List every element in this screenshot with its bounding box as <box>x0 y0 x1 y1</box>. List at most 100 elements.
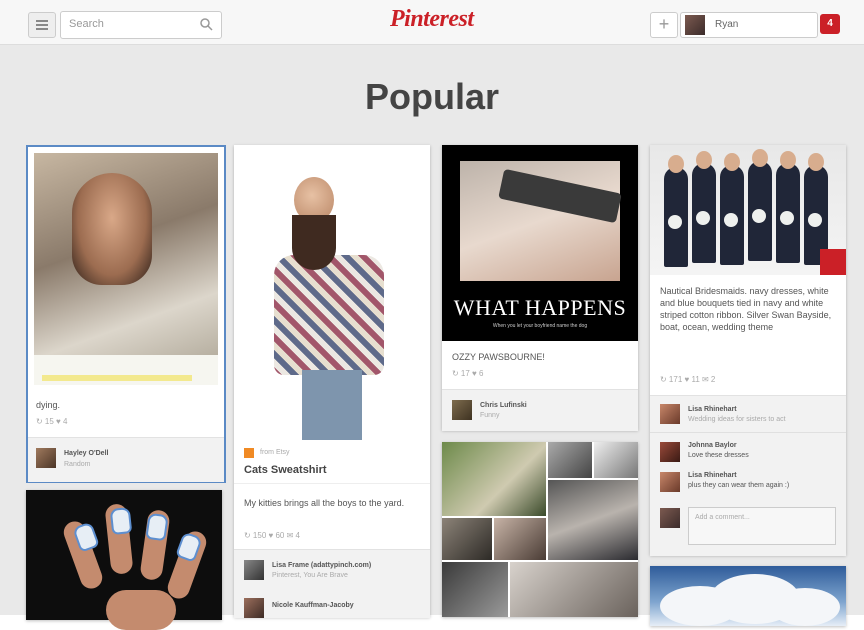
pin-description: OZZY PAWSBOURNE! <box>452 352 545 362</box>
comment-text: Love these dresses <box>688 452 749 459</box>
pinterest-logo[interactable]: Pinterest <box>390 6 474 33</box>
person-beard <box>292 215 336 270</box>
avatar[interactable] <box>660 404 680 424</box>
pin-image[interactable] <box>234 145 430 440</box>
collage-photo <box>548 442 592 478</box>
collage-photo <box>548 480 638 560</box>
board-name[interactable]: Wedding ideas for sisters to act <box>688 416 786 423</box>
painted-nail <box>109 507 133 535</box>
search-placeholder: Search <box>69 18 104 30</box>
bouquet <box>808 213 822 227</box>
avatar[interactable] <box>452 400 472 420</box>
menu-button[interactable] <box>28 12 56 38</box>
pinner-name[interactable]: Nicole Kauffman-Jacoby <box>272 602 354 609</box>
pin-card[interactable] <box>26 490 222 630</box>
menu-icon-line <box>36 24 48 26</box>
cloud <box>770 588 840 626</box>
user-name: Ryan <box>715 19 739 30</box>
board-name[interactable]: Random <box>64 461 90 468</box>
menu-icon-line <box>36 20 48 22</box>
plus-icon: + <box>658 14 670 34</box>
portrait-photo <box>72 173 152 285</box>
avatar <box>685 15 705 35</box>
avatar[interactable] <box>244 560 264 580</box>
pinner-name[interactable]: Lisa Frame (adattypinch.com) <box>272 562 371 569</box>
bridesmaid-head <box>668 155 684 173</box>
bouquet <box>668 215 682 229</box>
dog-tag <box>498 168 622 224</box>
comment-placeholder: Add a comment... <box>695 514 750 521</box>
pin-stats: ↻ 15 ♥ 4 <box>36 417 68 426</box>
bouquet <box>696 211 710 225</box>
dog-tag-photo <box>460 161 622 281</box>
menu-icon-line <box>36 28 48 30</box>
poster-title: WHAT HAPPENS <box>453 295 627 320</box>
sweatshirt-photo <box>274 255 384 375</box>
pinner-name[interactable]: Chris Lufinski <box>480 402 527 409</box>
palm <box>106 590 176 630</box>
pin-card[interactable]: WHAT HAPPENS When you let your boyfriend… <box>442 145 638 431</box>
pin-title[interactable]: Cats Sweatshirt <box>244 464 327 476</box>
collage-photo <box>442 442 546 516</box>
bouquet <box>780 211 794 225</box>
divider <box>650 432 846 433</box>
etsy-icon <box>244 448 254 458</box>
page-title: Popular <box>364 76 499 117</box>
pin-card[interactable]: Nautical Bridesmaids. navy dresses, whit… <box>650 145 846 556</box>
bridesmaid-head <box>808 153 824 171</box>
pin-attribution: Chris Lufinski Funny <box>442 389 638 431</box>
avatar[interactable] <box>660 442 680 462</box>
highlight-bar <box>42 375 192 381</box>
top-navigation-bar: Search Pinterest + Ryan 4 <box>0 0 864 45</box>
pin-image[interactable]: WHAT HAPPENS When you let your boyfriend… <box>442 145 638 341</box>
collage-photo <box>510 562 638 617</box>
pin-card[interactable]: from Etsy Cats Sweatshirt My kitties bri… <box>234 145 430 618</box>
collage-photo <box>442 518 492 560</box>
collage-photo <box>494 518 546 560</box>
pin-description: dying. <box>36 400 61 410</box>
comment-text: plus they can wear them again :) <box>688 482 790 489</box>
pin-stats: ↻ 171 ♥ 11 ✉ 2 <box>660 375 716 384</box>
commenter-name[interactable]: Johnna Baylor <box>688 442 737 449</box>
collage-photo <box>442 562 508 617</box>
pinner-name[interactable]: Lisa Rhinehart <box>688 406 737 413</box>
bouquet <box>752 209 766 223</box>
board-name[interactable]: Funny <box>480 412 499 419</box>
pin-stats: ↻ 150 ♥ 60 ✉ 4 <box>244 531 300 540</box>
search-icon[interactable] <box>199 17 213 31</box>
collage-photo <box>594 442 638 478</box>
pin-image[interactable] <box>34 153 218 381</box>
pin-source[interactable]: from Etsy <box>260 449 290 456</box>
pinner-name[interactable]: Hayley O'Dell <box>64 450 108 457</box>
bridesmaid-head <box>696 151 712 169</box>
bridesmaid-head <box>752 149 768 167</box>
pin-attribution: Lisa Frame (adattypinch.com) Pinterest, … <box>234 549 430 618</box>
red-badge <box>820 249 846 275</box>
person-jeans <box>302 370 362 440</box>
search-input[interactable]: Search <box>60 11 222 39</box>
bouquet <box>724 213 738 227</box>
pin-image[interactable] <box>650 145 846 275</box>
board-name[interactable]: Pinterest, You Are Brave <box>272 572 348 579</box>
pin-description: My kitties brings all the boys to the ya… <box>244 498 405 508</box>
notification-badge[interactable]: 4 <box>820 14 840 34</box>
commenter-name[interactable]: Lisa Rhinehart <box>688 472 737 479</box>
poster-caption: When you let your boyfriend name the dog <box>492 323 588 329</box>
pin-description: Nautical Bridesmaids. navy dresses, whit… <box>660 286 832 332</box>
divider <box>234 483 430 484</box>
painted-nail <box>145 512 169 542</box>
avatar <box>660 508 680 528</box>
bridesmaid-head <box>724 153 740 171</box>
pin-attribution: Hayley O'Dell Random <box>28 437 224 482</box>
pin-stats: ↻ 17 ♥ 6 <box>452 369 484 378</box>
user-menu-button[interactable]: Ryan <box>680 12 818 38</box>
pin-card[interactable] <box>650 566 846 626</box>
pin-card[interactable]: dying. ↻ 15 ♥ 4 Hayley O'Dell Random <box>26 145 226 483</box>
bridesmaid-head <box>780 151 796 169</box>
avatar[interactable] <box>36 448 56 468</box>
avatar[interactable] <box>244 598 264 618</box>
comment-input[interactable]: Add a comment... <box>688 507 836 545</box>
add-pin-button[interactable]: + <box>650 12 678 38</box>
avatar[interactable] <box>660 472 680 492</box>
pin-card[interactable] <box>442 442 638 617</box>
